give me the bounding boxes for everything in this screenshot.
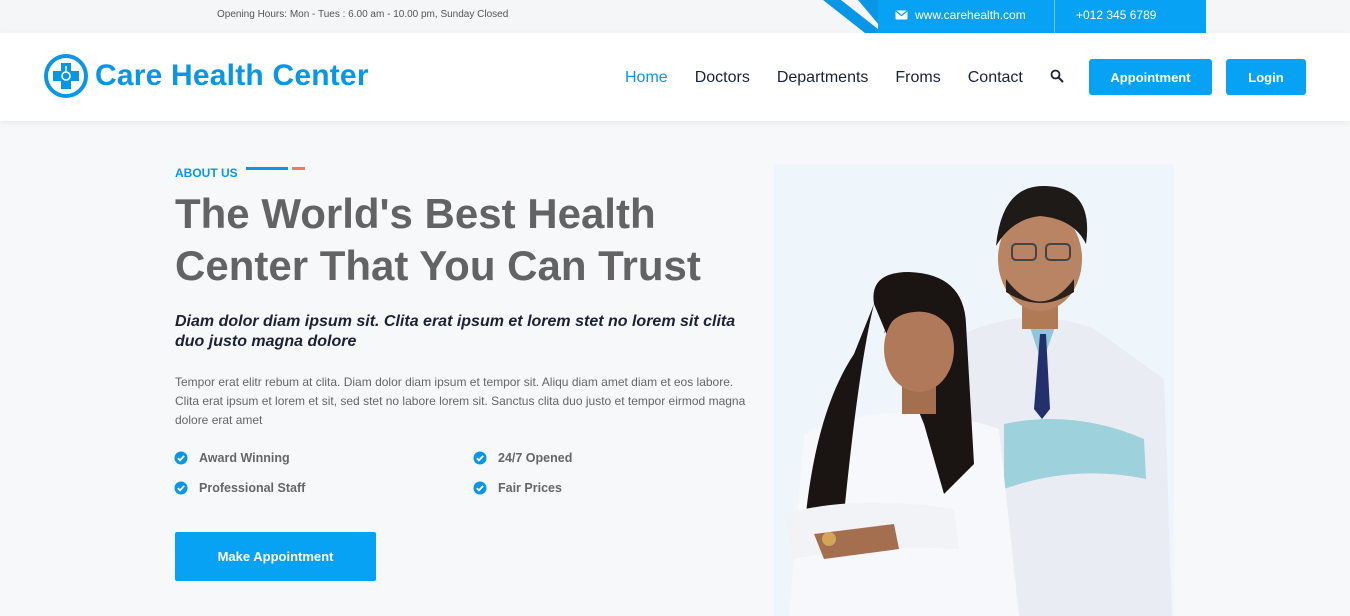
make-appointment-button[interactable]: Make Appointment bbox=[175, 532, 376, 581]
email-link[interactable]: www.carehealth.com bbox=[895, 8, 1026, 22]
feature-item: Professional Staff bbox=[174, 481, 305, 495]
page-title: The World's Best Health Center That You … bbox=[175, 188, 775, 292]
brand-logo[interactable]: Care Health Center bbox=[43, 53, 369, 99]
section-label: ABOUT US bbox=[175, 166, 238, 180]
medical-cross-icon bbox=[44, 54, 88, 98]
check-circle-icon bbox=[473, 481, 487, 495]
feature-label: Fair Prices bbox=[498, 481, 562, 495]
nav-item-home[interactable]: Home bbox=[625, 69, 668, 87]
label-underline bbox=[246, 167, 288, 170]
main-nav: Home Doctors Departments Froms Contact bbox=[625, 69, 1023, 87]
nav-item-departments[interactable]: Departments bbox=[777, 69, 869, 87]
check-circle-icon bbox=[473, 451, 487, 465]
nav-item-contact[interactable]: Contact bbox=[968, 69, 1023, 87]
title-line-1: The World's Best Health bbox=[175, 190, 656, 237]
search-icon[interactable] bbox=[1050, 69, 1064, 83]
doctors-photo bbox=[774, 164, 1174, 616]
doctors-illustration bbox=[774, 164, 1174, 616]
subheading: Diam dolor diam ipsum sit. Clita erat ip… bbox=[175, 313, 736, 350]
feature-item: 24/7 Opened bbox=[473, 451, 572, 465]
nav-item-froms[interactable]: Froms bbox=[895, 69, 940, 87]
feature-item: Fair Prices bbox=[473, 481, 562, 495]
feature-label: Award Winning bbox=[199, 451, 290, 465]
login-button[interactable]: Login bbox=[1226, 59, 1306, 95]
phone-link[interactable]: +012 345 6789 bbox=[1076, 8, 1156, 22]
nav-item-doctors[interactable]: Doctors bbox=[695, 69, 750, 87]
feature-item: Award Winning bbox=[174, 451, 290, 465]
brand-name: Care Health Center bbox=[95, 59, 369, 92]
opening-hours: Opening Hours: Mon - Tues : 6.00 am - 10… bbox=[217, 9, 509, 20]
label-underline-accent bbox=[292, 167, 305, 170]
check-circle-icon bbox=[174, 451, 188, 465]
title-line-2: Center That You Can Trust bbox=[175, 242, 701, 289]
description: Tempor erat elitr rebum at clita. Diam d… bbox=[175, 375, 746, 427]
feature-label: 24/7 Opened bbox=[498, 451, 573, 465]
email-text: www.carehealth.com bbox=[915, 8, 1026, 22]
check-circle-icon bbox=[174, 481, 188, 495]
feature-label: Professional Staff bbox=[199, 481, 306, 495]
appointment-button[interactable]: Appointment bbox=[1089, 59, 1212, 95]
site-header: Care Health Center Home Doctors Departme… bbox=[0, 33, 1350, 121]
contact-divider bbox=[1054, 0, 1055, 33]
envelope-icon bbox=[895, 10, 908, 20]
